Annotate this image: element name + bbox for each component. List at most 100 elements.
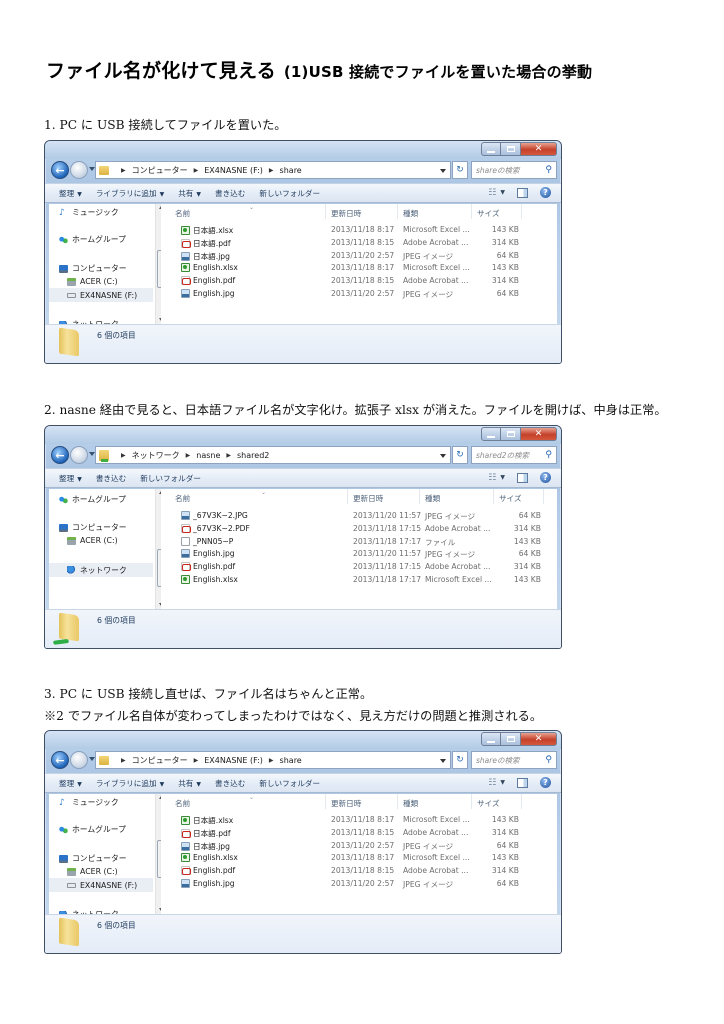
preview-pane-icon[interactable] bbox=[517, 777, 528, 788]
file-row[interactable]: _67V3K~2.PDF 2013/11/18 17:15 Adobe Acroba… bbox=[167, 522, 557, 535]
breadcrumb-item[interactable]: nasne bbox=[196, 451, 220, 460]
breadcrumb-separator-icon[interactable]: ▶ bbox=[194, 167, 199, 174]
file-row[interactable]: English.jpg 2013/11/20 2:57 JPEG イメージ 64 KB bbox=[167, 287, 557, 300]
refresh-button[interactable]: ↻ bbox=[452, 446, 468, 464]
column-header[interactable]: サイズ bbox=[477, 798, 500, 809]
back-button[interactable]: ← bbox=[51, 751, 69, 769]
file-name[interactable]: English.jpg bbox=[181, 549, 235, 559]
command-button[interactable]: 整理 ▼ bbox=[59, 473, 82, 484]
file-row[interactable]: English.pdf 2013/11/18 8:15 Adobe Acrobat … bbox=[167, 274, 557, 287]
change-view-icon[interactable]: ☷ bbox=[488, 778, 496, 788]
column-divider[interactable] bbox=[325, 794, 326, 809]
file-row[interactable]: 日本語.xlsx 2013/11/18 8:17 Microsoft Excel .… bbox=[167, 813, 557, 826]
file-name[interactable]: 日本語.jpg bbox=[181, 841, 230, 852]
file-name[interactable]: 日本語.xlsx bbox=[181, 815, 233, 826]
nav-item[interactable]: ACER (C:) bbox=[67, 867, 118, 876]
column-divider[interactable] bbox=[521, 204, 522, 219]
breadcrumb-item[interactable]: share bbox=[280, 166, 302, 175]
breadcrumb-separator-icon[interactable]: ▶ bbox=[269, 757, 274, 764]
file-name[interactable]: English.xlsx bbox=[181, 263, 238, 273]
forward-button[interactable] bbox=[70, 161, 88, 179]
breadcrumb-separator-icon[interactable]: ▶ bbox=[194, 757, 199, 764]
file-name[interactable]: English.pdf bbox=[181, 562, 235, 572]
column-header[interactable]: サイズ bbox=[477, 208, 500, 219]
column-divider[interactable] bbox=[543, 489, 544, 504]
address-dropdown-icon[interactable] bbox=[440, 169, 446, 173]
command-button[interactable]: 新しいフォルダー bbox=[140, 473, 201, 484]
breadcrumb-separator-icon[interactable]: ▶ bbox=[186, 452, 191, 459]
file-row[interactable]: 日本語.xlsx 2013/11/18 8:17 Microsoft Excel .… bbox=[167, 223, 557, 236]
column-header[interactable]: 更新日時 bbox=[331, 798, 361, 809]
command-button[interactable]: 書き込む bbox=[96, 473, 126, 484]
file-row[interactable]: _PNN05~P 2013/11/18 17:17 ファイル 143 KB bbox=[167, 535, 557, 548]
column-divider[interactable] bbox=[419, 489, 420, 504]
column-header[interactable]: 種類 bbox=[425, 493, 440, 504]
command-button[interactable]: ライブラリに追加 ▼ bbox=[96, 778, 164, 789]
column-header[interactable]: 名前 bbox=[175, 208, 190, 219]
close-button[interactable]: ✕ bbox=[521, 142, 557, 156]
back-button[interactable]: ← bbox=[51, 161, 69, 179]
file-row[interactable]: 日本語.jpg 2013/11/20 2:57 JPEG イメージ 64 KB bbox=[167, 839, 557, 852]
command-button[interactable]: 新しいフォルダー bbox=[259, 188, 320, 199]
nav-item[interactable]: ホームグループ bbox=[59, 494, 126, 505]
nav-item[interactable]: ♪ ミュージック bbox=[59, 207, 119, 218]
column-divider[interactable] bbox=[325, 204, 326, 219]
file-name[interactable]: _67V3K~2.PDF bbox=[181, 523, 250, 533]
change-view-icon[interactable]: ☷ bbox=[488, 473, 496, 483]
chevron-down-icon[interactable]: ▼ bbox=[500, 474, 505, 481]
file-name[interactable]: English.xlsx bbox=[181, 575, 238, 584]
command-button[interactable]: ライブラリに追加 ▼ bbox=[96, 188, 164, 199]
nav-item[interactable]: EX4NASNE (F:) bbox=[49, 878, 153, 892]
scrollbar-thumb[interactable] bbox=[157, 250, 161, 288]
file-row[interactable]: English.jpg 2013/11/20 2:57 JPEG イメージ 64 KB bbox=[167, 877, 557, 890]
maximize-button[interactable] bbox=[501, 732, 521, 746]
address-dropdown-icon[interactable] bbox=[440, 454, 446, 458]
file-row[interactable]: English.pdf 2013/11/18 8:15 Adobe Acrobat … bbox=[167, 864, 557, 877]
forward-button[interactable] bbox=[70, 446, 88, 464]
file-name[interactable]: _67V3K~2.JPG bbox=[181, 511, 248, 520]
back-button[interactable]: ← bbox=[51, 446, 69, 464]
command-button[interactable]: 整理 ▼ bbox=[59, 188, 82, 199]
column-header[interactable]: 名前 bbox=[175, 493, 190, 504]
scroll-up-icon[interactable] bbox=[159, 491, 161, 494]
command-button[interactable]: 書き込む bbox=[215, 188, 245, 199]
column-divider[interactable] bbox=[493, 489, 494, 504]
file-row[interactable]: English.jpg 2013/11/20 11:57 JPEG イメージ 64 K… bbox=[167, 547, 557, 560]
file-name[interactable]: _PNN05~P bbox=[181, 536, 233, 546]
scroll-down-icon[interactable] bbox=[159, 318, 161, 321]
scroll-up-icon[interactable] bbox=[159, 796, 161, 799]
scroll-up-icon[interactable] bbox=[159, 206, 161, 209]
file-row[interactable]: 日本語.jpg 2013/11/20 2:57 JPEG イメージ 64 KB bbox=[167, 249, 557, 262]
column-header[interactable]: 更新日時 bbox=[331, 208, 361, 219]
command-button[interactable]: 共有 ▼ bbox=[178, 188, 201, 199]
address-bar[interactable]: ▶ コンピューター ▶ EX4NASNE (F:) ▶ share bbox=[95, 161, 451, 179]
nav-pane-scrollbar[interactable] bbox=[155, 204, 161, 324]
nav-pane-scrollbar[interactable] bbox=[155, 794, 161, 914]
maximize-button[interactable] bbox=[501, 142, 521, 156]
scroll-down-icon[interactable] bbox=[159, 908, 161, 911]
nav-item[interactable]: コンピューター bbox=[59, 263, 127, 274]
file-name[interactable]: English.xlsx bbox=[181, 853, 238, 863]
nav-item[interactable]: ♪ ミュージック bbox=[59, 797, 119, 808]
close-button[interactable]: ✕ bbox=[521, 732, 557, 746]
refresh-button[interactable]: ↻ bbox=[452, 161, 468, 179]
nav-item[interactable]: コンピューター bbox=[59, 853, 127, 864]
scrollbar-thumb[interactable] bbox=[157, 549, 161, 587]
file-row[interactable]: _67V3K~2.JPG 2013/11/20 11:57 JPEG イメージ 64 … bbox=[167, 509, 557, 522]
command-button[interactable]: 書き込む bbox=[215, 778, 245, 789]
breadcrumb-separator-icon[interactable]: ▶ bbox=[121, 757, 126, 764]
command-button[interactable]: 共有 ▼ bbox=[178, 778, 201, 789]
refresh-button[interactable]: ↻ bbox=[452, 751, 468, 769]
breadcrumb-separator-icon[interactable]: ▶ bbox=[121, 167, 126, 174]
file-name[interactable]: English.pdf bbox=[181, 866, 235, 876]
address-bar[interactable]: ▶ コンピューター ▶ EX4NASNE (F:) ▶ share bbox=[95, 751, 451, 769]
search-input[interactable]: shareの検索 ⚲ bbox=[471, 751, 557, 769]
file-row[interactable]: English.xlsx 2013/11/18 8:17 Microsoft Exc… bbox=[167, 261, 557, 274]
file-name[interactable]: 日本語.pdf bbox=[181, 238, 231, 249]
breadcrumb-item[interactable]: EX4NASNE (F:) bbox=[204, 756, 263, 765]
breadcrumb-item[interactable]: share bbox=[280, 756, 302, 765]
minimize-button[interactable] bbox=[481, 142, 501, 156]
nav-item[interactable]: EX4NASNE (F:) bbox=[49, 288, 153, 302]
search-input[interactable]: shareの検索 ⚲ bbox=[471, 161, 557, 179]
nav-item[interactable]: ACER (C:) bbox=[67, 536, 118, 545]
